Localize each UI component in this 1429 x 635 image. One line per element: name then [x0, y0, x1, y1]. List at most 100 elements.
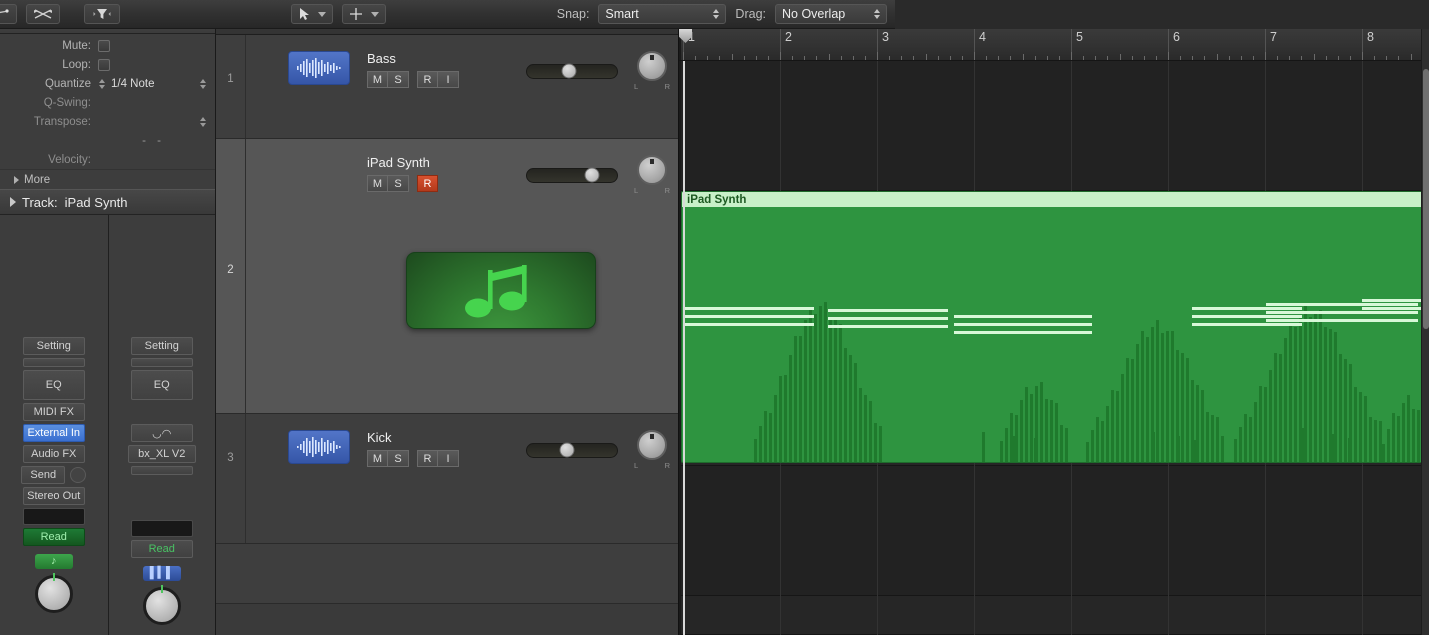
midi-note-bar	[982, 432, 985, 462]
volume-slider[interactable]	[526, 63, 618, 79]
vertical-scrollbar-thumb[interactable]	[1423, 69, 1429, 329]
track-lane-bass[interactable]	[679, 61, 1429, 191]
automation-mode-button[interactable]: Read	[130, 540, 193, 558]
record-enable-button[interactable]: R	[417, 175, 438, 192]
setting-button[interactable]: Setting	[130, 337, 193, 355]
audio-waveform-icon[interactable]	[288, 430, 350, 464]
instrument-note-icon[interactable]	[406, 252, 596, 329]
track-row[interactable]: 2 iPad Synth M S R L R	[216, 139, 678, 414]
audio-fx-slot[interactable]: Audio FX	[22, 445, 85, 463]
midi-note-bar	[1348, 438, 1351, 462]
region-title[interactable]: iPad Synth	[682, 192, 1429, 207]
plugin-divider[interactable]	[130, 466, 193, 475]
quantize-stepper-right[interactable]	[199, 77, 207, 91]
audio-waveform-icon[interactable]: ▌▍▌	[142, 566, 181, 581]
midi-note-bar	[1040, 381, 1043, 462]
track-row[interactable]: 3 Kick M S R I L R	[216, 414, 678, 544]
audio-waveform-icon[interactable]	[288, 51, 350, 85]
midi-note-bar	[1194, 440, 1197, 462]
drag-select[interactable]: No Overlap	[775, 4, 887, 24]
more-disclosure[interactable]: More	[0, 169, 215, 189]
midi-note-bar	[1314, 312, 1317, 462]
midi-note-bar	[869, 400, 872, 462]
automation-icon[interactable]	[0, 4, 17, 24]
pan-knob[interactable]	[637, 430, 667, 460]
solo-button[interactable]: S	[388, 71, 409, 88]
track-lane-kick[interactable]	[679, 466, 1429, 596]
send-slot[interactable]: Send	[21, 466, 66, 484]
volume-slider[interactable]	[526, 167, 618, 183]
chevron-right-icon	[14, 175, 19, 184]
quantize-value[interactable]: 1/4 Note	[111, 78, 199, 90]
param-transpose[interactable]: Transpose:	[0, 112, 215, 131]
flex-time-icon[interactable]	[25, 4, 60, 24]
mute-button[interactable]: M	[367, 450, 388, 467]
midi-note-bar	[814, 313, 817, 462]
plugin-slot[interactable]: bx_XL V2	[127, 445, 196, 463]
input-monitor-button[interactable]: I	[438, 450, 459, 467]
track-row[interactable]: 1 Bass M S R I L R	[216, 35, 678, 139]
track-inspector-header[interactable]: Track: iPad Synth	[0, 189, 215, 215]
volume-slider-thumb[interactable]	[561, 63, 577, 79]
param-loop[interactable]: Loop:	[0, 55, 215, 74]
volume-slider[interactable]	[526, 442, 618, 458]
track-lane-empty[interactable]	[679, 596, 1429, 635]
vertical-scrollbar[interactable]	[1421, 29, 1429, 635]
midi-note-bar	[1201, 389, 1204, 462]
midi-note-bar	[1244, 413, 1247, 462]
loop-checkbox[interactable]	[98, 58, 110, 71]
pan-knob[interactable]	[142, 587, 181, 625]
mute-button[interactable]: M	[367, 175, 388, 192]
output-slot[interactable]: Stereo Out	[22, 487, 85, 505]
midi-region[interactable]: iPad Synth	[681, 191, 1429, 463]
input-slot[interactable]: External In	[22, 424, 85, 442]
filter-funnel-icon[interactable]	[83, 4, 120, 24]
setting-divider[interactable]	[22, 358, 85, 367]
midi-note-icon[interactable]: ♪	[34, 554, 73, 569]
setting-button[interactable]: Setting	[22, 337, 85, 355]
ruler-tick	[852, 56, 854, 60]
ruler-tick	[1337, 56, 1339, 60]
param-qswing[interactable]: Q-Swing:	[0, 93, 215, 112]
crosshair-tool-icon[interactable]	[341, 4, 386, 24]
param-quantize-label: Quantize	[44, 77, 91, 90]
automation-mode-button[interactable]: Read	[22, 528, 85, 546]
midi-fx-slot[interactable]: MIDI FX	[22, 403, 85, 421]
group-slot[interactable]	[22, 508, 85, 525]
pan-knob[interactable]	[637, 155, 667, 185]
ruler-tick	[1410, 54, 1412, 60]
midi-note-bar	[1181, 353, 1184, 462]
group-slot[interactable]	[130, 520, 193, 537]
playhead[interactable]	[683, 61, 685, 635]
snap-select[interactable]: Smart	[598, 4, 727, 24]
pan-knob[interactable]	[637, 51, 667, 81]
eq-slot[interactable]: EQ	[130, 370, 193, 400]
volume-slider-thumb[interactable]	[559, 442, 575, 458]
send-level-knob[interactable]	[70, 467, 87, 483]
pan-knob[interactable]	[34, 575, 73, 613]
bar-ruler[interactable]: 12345678	[679, 29, 1429, 61]
param-velocity[interactable]: Velocity:	[0, 150, 215, 169]
volume-slider-thumb[interactable]	[584, 167, 600, 183]
mute-checkbox[interactable]	[98, 39, 110, 52]
track-row-empty[interactable]	[216, 544, 678, 604]
solo-button[interactable]: S	[388, 450, 409, 467]
pointer-tool-icon[interactable]	[290, 4, 333, 24]
midi-note-bar	[1126, 357, 1129, 462]
record-enable-button[interactable]: R	[417, 450, 438, 467]
stereo-io-icon[interactable]: ◡◠	[130, 424, 193, 442]
mute-button[interactable]: M	[367, 71, 388, 88]
solo-button[interactable]: S	[388, 175, 409, 192]
midi-note-bar	[1136, 344, 1139, 462]
setting-divider[interactable]	[130, 358, 193, 367]
input-monitor-button[interactable]: I	[438, 71, 459, 88]
param-quantize[interactable]: Quantize 1/4 Note	[0, 74, 215, 93]
eq-slot[interactable]: EQ	[22, 370, 85, 400]
transpose-stepper[interactable]	[199, 115, 207, 129]
param-mute[interactable]: Mute:	[0, 36, 215, 55]
arrange-canvas[interactable]: iPad Synth	[679, 61, 1429, 635]
record-enable-button[interactable]: R	[417, 71, 438, 88]
ruler-bar-number: 8	[1367, 30, 1374, 44]
quantize-stepper[interactable]	[98, 77, 106, 91]
midi-note-bar	[1294, 327, 1297, 462]
